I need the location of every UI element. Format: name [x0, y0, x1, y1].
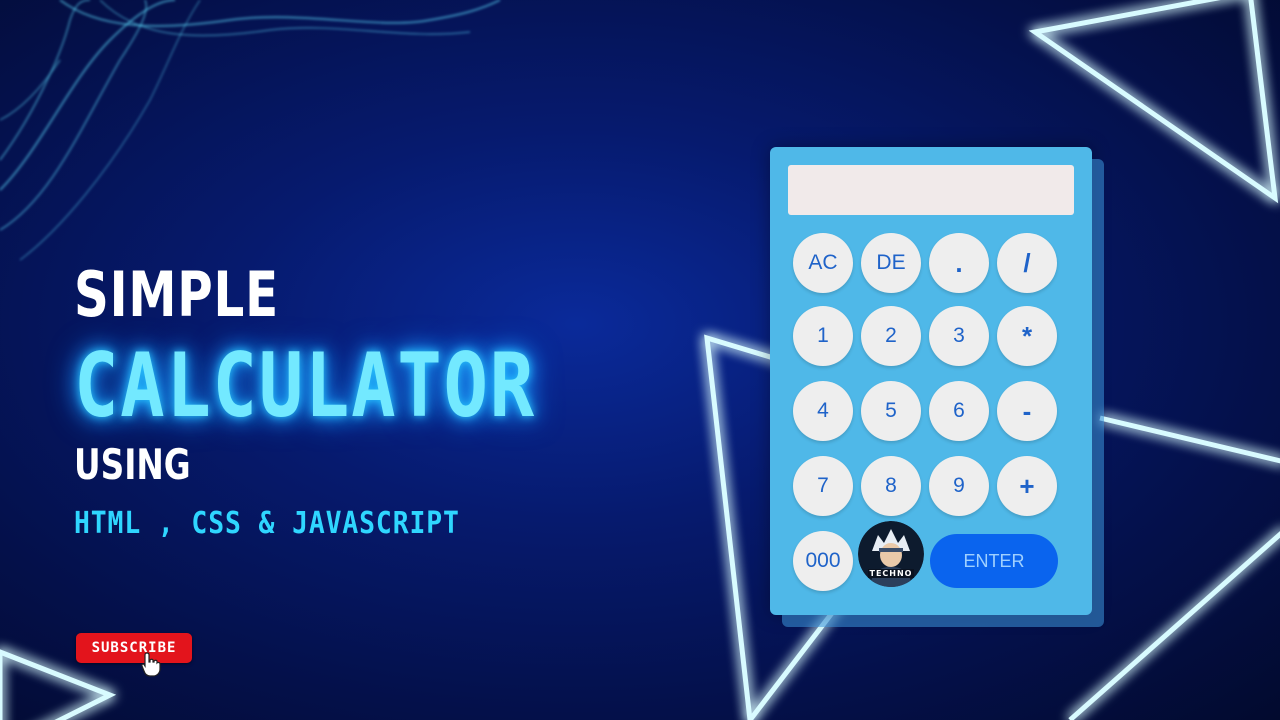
digit-9-button[interactable]: 9	[929, 456, 989, 516]
triple-zero-button[interactable]: 000	[793, 531, 853, 591]
digit-2-button[interactable]: 2	[861, 306, 921, 366]
subscribe-button[interactable]: SUBSCRIBE	[76, 633, 192, 663]
digit-7-button[interactable]: 7	[793, 456, 853, 516]
digit-1-button[interactable]: 1	[793, 306, 853, 366]
digit-3-button[interactable]: 3	[929, 306, 989, 366]
digit-4-button[interactable]: 4	[793, 381, 853, 441]
avatar-logo-icon: TECHNO	[858, 521, 924, 587]
divide-button[interactable]: /	[997, 233, 1057, 293]
calculator: AC DE . / 1 2 3 * 4 5 6 - 7 8 9 + 000 TE…	[770, 147, 1092, 615]
enter-button[interactable]: ENTER	[930, 534, 1058, 588]
digit-8-button[interactable]: 8	[861, 456, 921, 516]
digit-5-button[interactable]: 5	[861, 381, 921, 441]
calculator-display	[788, 165, 1074, 215]
logo-text: TECHNO	[869, 569, 913, 578]
minus-button[interactable]: -	[997, 381, 1057, 441]
headline-technologies: HTML , CSS & JAVASCRIPT	[74, 506, 460, 541]
delete-button[interactable]: DE	[861, 233, 921, 293]
headline-calculator: CALCULATOR	[74, 334, 536, 437]
multiply-button[interactable]: *	[997, 306, 1057, 366]
headline-simple: SIMPLE	[74, 258, 279, 331]
plus-button[interactable]: +	[997, 456, 1057, 516]
clear-all-button[interactable]: AC	[793, 233, 853, 293]
smoke-wisp	[0, 0, 501, 261]
headline-using: USING	[74, 440, 191, 489]
decimal-button[interactable]: .	[929, 233, 989, 293]
hand-pointer-icon	[141, 652, 161, 677]
digit-6-button[interactable]: 6	[929, 381, 989, 441]
